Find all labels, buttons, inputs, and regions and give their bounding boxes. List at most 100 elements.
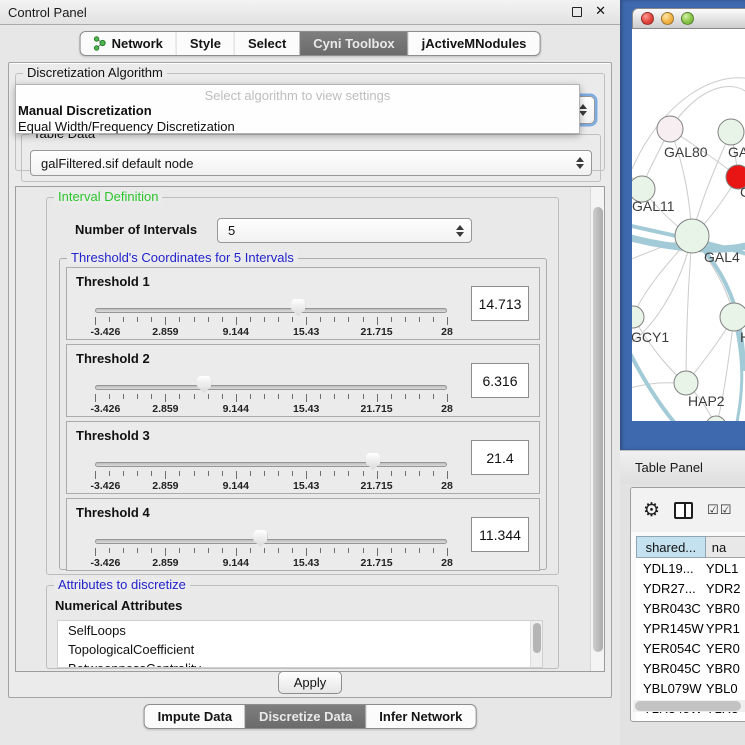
network-node[interactable]: [718, 119, 744, 145]
slider-ticks: [95, 548, 447, 557]
network-canvas[interactable]: GAL80GACGAL11GAL4GCY1HHAP2: [632, 29, 745, 421]
tab-label: Network: [112, 36, 163, 51]
attribute-list-item[interactable]: TopologicalCoefficient: [58, 640, 542, 659]
slider-tick-labels: -3.4262.8599.14415.4321.71528: [95, 557, 447, 569]
tab-label: Cyni Toolbox: [313, 36, 394, 51]
table-column-headers: shared... na: [636, 536, 745, 558]
numerical-attributes-list[interactable]: SelfLoopsTopologicalCoefficientBetweenne…: [57, 620, 543, 668]
threshold-slider-track[interactable]: [95, 308, 447, 313]
tab-style[interactable]: Style: [176, 32, 234, 55]
table-toolbar: ⚙ ☑☑: [631, 488, 745, 532]
tab-label: jActiveMNodules: [422, 36, 527, 51]
cell-shared-name[interactable]: YDL19...: [636, 561, 706, 576]
algorithm-placeholder-option[interactable]: Select algorithm to view settings: [16, 85, 579, 103]
cell-name[interactable]: YBR0: [706, 661, 745, 676]
select-columns-checkboxes-icon[interactable]: ☑☑: [707, 502, 732, 518]
network-thick-edge[interactable]: [632, 347, 680, 421]
cell-shared-name[interactable]: YPR145W: [636, 621, 706, 636]
attribute-list-item[interactable]: SelfLoops: [58, 621, 542, 640]
tab-jactivemnodules[interactable]: jActiveMNodules: [408, 32, 540, 55]
network-node[interactable]: [632, 306, 644, 328]
network-node[interactable]: [674, 371, 698, 395]
network-node-label: GAL11: [632, 198, 675, 214]
slider-ticks: [95, 317, 447, 326]
threshold-list: Threshold 1-3.4262.8599.14415.4321.71528…: [60, 267, 546, 575]
table-row[interactable]: YBR043CYBR0: [636, 598, 745, 618]
algorithm-option-manual[interactable]: Manual Discretization: [16, 103, 579, 119]
tab-cyni-toolbox[interactable]: Cyni Toolbox: [299, 32, 407, 55]
threshold-slider-thumb[interactable]: [197, 376, 211, 393]
network-node[interactable]: [706, 416, 726, 421]
column-header-name[interactable]: na: [706, 536, 745, 558]
table-row[interactable]: YDR27...YDR2: [636, 578, 745, 598]
apply-button[interactable]: Apply: [278, 671, 342, 694]
algorithm-option-equal-width[interactable]: Equal Width/Frequency Discretization: [16, 119, 579, 135]
threshold-slider-thumb[interactable]: [291, 299, 305, 316]
cell-shared-name[interactable]: YBL079W: [636, 681, 706, 696]
cell-name[interactable]: YBR0: [706, 601, 745, 616]
float-window-icon[interactable]: [572, 7, 582, 17]
table-scrollbar-thumb[interactable]: [635, 701, 741, 711]
settings-scrollbar-thumb[interactable]: [593, 207, 603, 652]
cell-shared-name[interactable]: YER054C: [636, 641, 706, 656]
network-graph[interactable]: GAL80GACGAL11GAL4GCY1HHAP2: [632, 29, 745, 421]
network-node[interactable]: [657, 116, 683, 142]
attributes-scrollbar-thumb[interactable]: [533, 623, 541, 653]
minimize-traffic-light-icon[interactable]: [661, 12, 674, 25]
table-row[interactable]: YPR145WYPR1: [636, 618, 745, 638]
network-window-titlebar[interactable]: [632, 8, 745, 29]
cell-name[interactable]: YDL1: [706, 561, 745, 576]
bottom-tab-infer-network[interactable]: Infer Network: [365, 705, 475, 728]
combo-arrows-icon: [576, 157, 584, 169]
close-traffic-light-icon[interactable]: [641, 12, 654, 25]
number-of-intervals-combo[interactable]: 5: [217, 218, 472, 243]
cell-name[interactable]: YER0: [706, 641, 745, 656]
threshold-value-field[interactable]: 6.316: [471, 363, 529, 398]
threshold-slider-track[interactable]: [95, 385, 447, 390]
threshold-slider-thumb[interactable]: [366, 453, 380, 470]
threshold-value-field[interactable]: 11.344: [471, 517, 529, 552]
table-row[interactable]: YER054CYER0: [636, 638, 745, 658]
threshold-value-field[interactable]: 21.4: [471, 440, 529, 475]
attribute-list-item[interactable]: BetweennessCentrality: [58, 659, 542, 668]
attributes-group: Attributes to discretize Numerical Attri…: [46, 585, 559, 669]
table-horizontal-scrollbar[interactable]: [633, 700, 745, 712]
table-row[interactable]: YBL079WYBL0: [636, 678, 745, 698]
cell-name[interactable]: YPR1: [706, 621, 745, 636]
tab-select[interactable]: Select: [234, 32, 299, 55]
bottom-tab-bar: Impute Data Discretize DataInfer Network: [144, 704, 477, 729]
gear-icon[interactable]: ⚙: [643, 501, 660, 520]
bottom-tab-discretize-data[interactable]: Discretize Data: [245, 705, 365, 728]
network-node[interactable]: [675, 219, 709, 253]
cell-name[interactable]: YDR2: [706, 581, 745, 596]
threshold-slider-track[interactable]: [95, 462, 447, 467]
tab-network[interactable]: Network: [81, 32, 176, 55]
cell-name[interactable]: YIL0: [706, 721, 745, 723]
table-row[interactable]: YBR045CYBR0: [636, 658, 745, 678]
network-node-label: H: [740, 329, 745, 345]
table-row[interactable]: YDL19...YDL1: [636, 558, 745, 578]
close-icon[interactable]: ✕: [595, 3, 606, 19]
bottom-tab-label: Impute Data: [158, 709, 232, 724]
table-row[interactable]: YIL052CYIL0: [636, 718, 745, 722]
threshold-value-field[interactable]: 14.713: [471, 286, 529, 321]
zoom-traffic-light-icon[interactable]: [681, 12, 694, 25]
bottom-tab-impute-data[interactable]: Impute Data: [145, 705, 245, 728]
tab-label: Style: [190, 36, 221, 51]
cell-shared-name[interactable]: YBR043C: [636, 601, 706, 616]
settings-vertical-scrollbar[interactable]: [590, 187, 604, 671]
table-data-combo[interactable]: galFiltered.sif default node: [30, 150, 592, 176]
threshold-slider-track[interactable]: [95, 539, 447, 544]
network-node[interactable]: [720, 303, 745, 331]
cell-shared-name[interactable]: YBR045C: [636, 661, 706, 676]
network-node-label: GCY1: [632, 329, 669, 345]
cell-shared-name[interactable]: YIL052C: [636, 721, 706, 723]
attributes-scrollbar[interactable]: [530, 621, 542, 667]
cell-shared-name[interactable]: YDR27...: [636, 581, 706, 596]
column-header-shared-name[interactable]: shared...: [636, 536, 706, 558]
cell-name[interactable]: YBL0: [706, 681, 745, 696]
slider-tick-labels: -3.4262.8599.14415.4321.71528: [95, 403, 447, 415]
network-edge[interactable]: [686, 236, 692, 383]
threshold-slider-thumb[interactable]: [253, 530, 267, 547]
columns-icon[interactable]: [674, 502, 693, 519]
